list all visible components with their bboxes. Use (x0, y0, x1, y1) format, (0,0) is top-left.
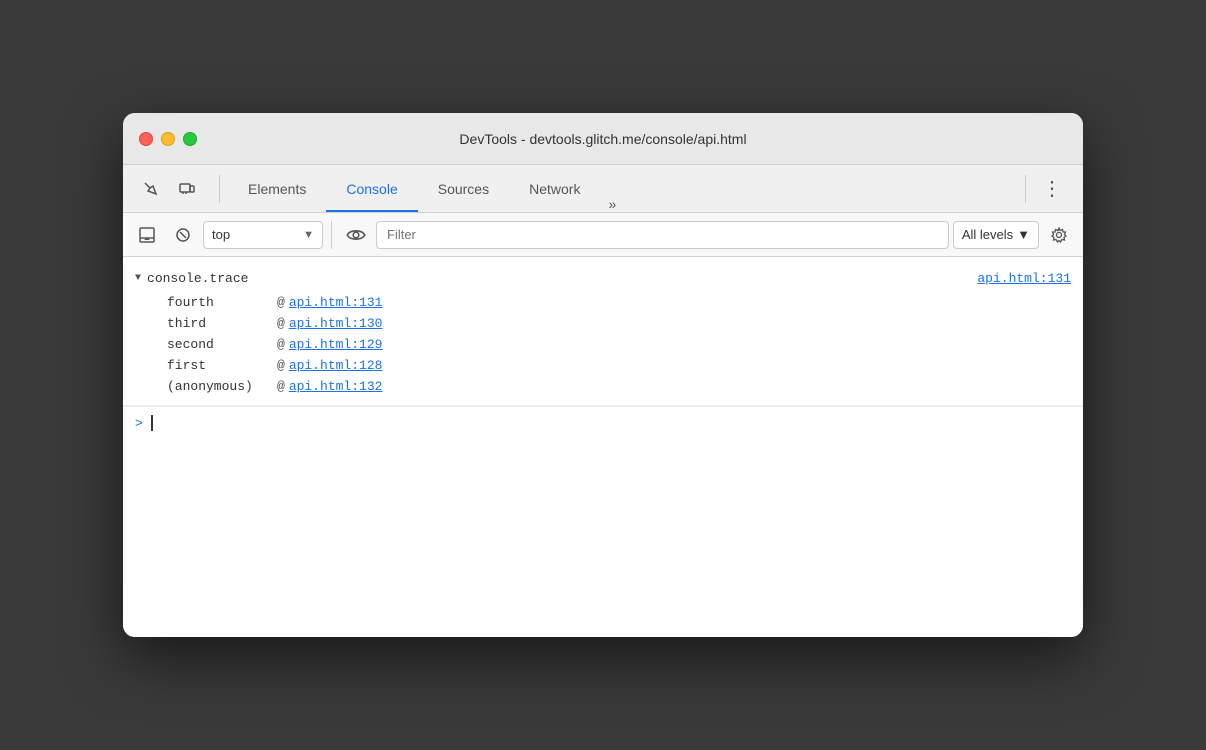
maximize-button[interactable] (183, 132, 197, 146)
tab-network[interactable]: Network (509, 165, 600, 212)
devtools-window: DevTools - devtools.glitch.me/console/ap… (123, 113, 1083, 637)
context-selector[interactable]: top ▼ (203, 221, 323, 249)
trace-row-1: third @ api.html:130 (135, 313, 1071, 334)
trace-link-0[interactable]: api.html:131 (289, 295, 383, 310)
window-title: DevTools - devtools.glitch.me/console/ap… (459, 131, 746, 147)
expand-triangle-icon[interactable]: ▼ (135, 273, 141, 284)
more-tabs-button[interactable]: » (600, 196, 624, 212)
log-levels-button[interactable]: All levels ▼ (953, 221, 1039, 249)
trace-row-4: (anonymous) @ api.html:132 (135, 376, 1071, 397)
console-trace-block: ▼ console.trace api.html:131 fourth @ ap… (123, 257, 1083, 406)
console-input-row: > (123, 406, 1083, 439)
titlebar: DevTools - devtools.glitch.me/console/ap… (123, 113, 1083, 165)
live-expression-button[interactable] (340, 219, 372, 251)
filter-input[interactable] (376, 221, 949, 249)
trace-row-0: fourth @ api.html:131 (135, 292, 1071, 313)
tabs: Elements Console Sources Network » (228, 165, 1017, 212)
trace-header: ▼ console.trace api.html:131 (135, 265, 1071, 292)
trace-header-location[interactable]: api.html:131 (977, 271, 1071, 286)
trace-header-left: ▼ console.trace (135, 271, 248, 286)
context-selector-arrow: ▼ (303, 229, 314, 241)
clear-console-button[interactable] (167, 219, 199, 251)
trace-row-2: second @ api.html:129 (135, 334, 1071, 355)
console-toolbar: top ▼ All levels ▼ (123, 213, 1083, 257)
tabbar-icons (135, 173, 203, 205)
close-button[interactable] (139, 132, 153, 146)
levels-arrow-icon: ▼ (1017, 227, 1030, 242)
toolbar-separator (331, 221, 332, 249)
trace-link-1[interactable]: api.html:130 (289, 316, 383, 331)
trace-link-3[interactable]: api.html:128 (289, 358, 383, 373)
trace-row-3: first @ api.html:128 (135, 355, 1071, 376)
trace-link-2[interactable]: api.html:129 (289, 337, 383, 352)
minimize-button[interactable] (161, 132, 175, 146)
tab-console[interactable]: Console (326, 165, 417, 212)
traffic-lights (139, 132, 197, 146)
trace-link-4[interactable]: api.html:132 (289, 379, 383, 394)
show-drawer-button[interactable] (131, 219, 163, 251)
tab-sources[interactable]: Sources (418, 165, 509, 212)
tab-elements[interactable]: Elements (228, 165, 326, 212)
device-toolbar-button[interactable] (171, 173, 203, 205)
tab-divider-right (1025, 175, 1026, 203)
inspect-element-button[interactable] (135, 173, 167, 205)
console-content: ▼ console.trace api.html:131 fourth @ ap… (123, 257, 1083, 637)
tabbar: Elements Console Sources Network » ⋮ (123, 165, 1083, 213)
console-settings-button[interactable] (1043, 219, 1075, 251)
console-prompt-icon[interactable]: > (135, 416, 143, 431)
tab-divider (219, 175, 220, 203)
console-cursor (151, 415, 153, 431)
devtools-menu-button[interactable]: ⋮ (1034, 176, 1071, 201)
